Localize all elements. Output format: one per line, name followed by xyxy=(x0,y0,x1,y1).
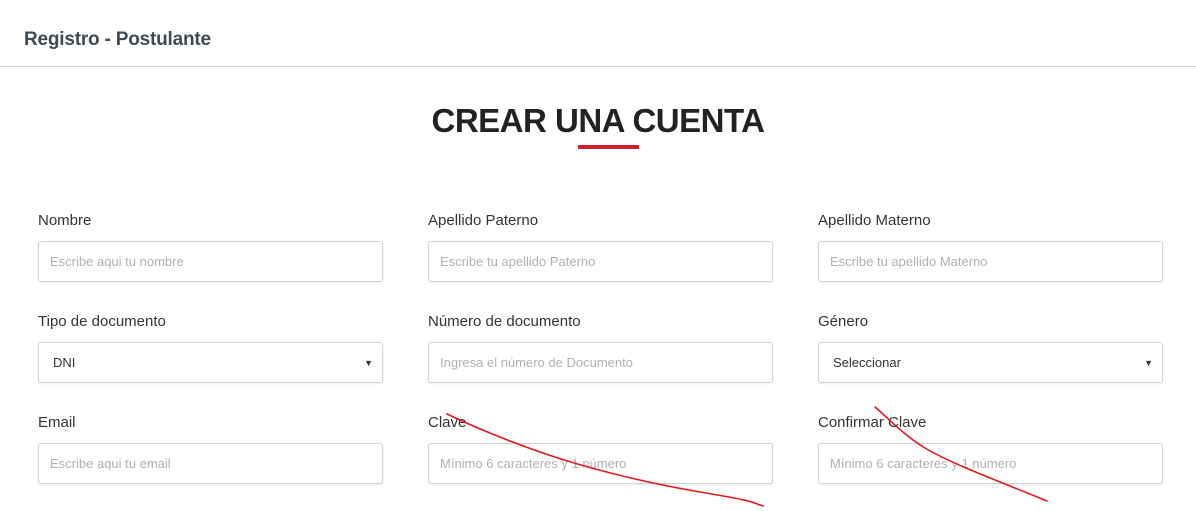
tipo-documento-select[interactable]: DNI ▼ xyxy=(38,342,383,383)
numero-documento-field-group: Número de documento xyxy=(428,313,773,383)
clave-field-group: Clave xyxy=(428,414,773,484)
tipo-documento-label: Tipo de documento xyxy=(38,313,166,330)
apellido-paterno-label: Apellido Paterno xyxy=(428,212,539,229)
clave-input[interactable] xyxy=(428,443,773,484)
genero-select[interactable]: Seleccionar ▼ xyxy=(818,342,1163,383)
nombre-input[interactable] xyxy=(38,241,383,282)
clave-label: Clave xyxy=(428,414,467,431)
numero-documento-label: Número de documento xyxy=(428,313,581,330)
apellido-materno-field-group: Apellido Materno xyxy=(818,212,1163,282)
genero-value: Seleccionar xyxy=(833,355,901,370)
numero-documento-input[interactable] xyxy=(428,342,773,383)
caret-down-icon: ▼ xyxy=(1144,357,1153,368)
genero-field-group: Género Seleccionar ▼ xyxy=(818,313,1163,383)
email-label: Email xyxy=(38,414,76,431)
apellido-paterno-field-group: Apellido Paterno xyxy=(428,212,773,282)
email-field-group: Email xyxy=(38,414,383,484)
apellido-materno-input[interactable] xyxy=(818,241,1163,282)
genero-label: Género xyxy=(818,313,869,330)
confirmar-clave-label: Confirmar Clave xyxy=(818,414,927,431)
apellido-materno-label: Apellido Materno xyxy=(818,212,931,229)
confirmar-clave-field-group: Confirmar Clave xyxy=(818,414,1163,484)
nombre-field-group: Nombre xyxy=(38,212,383,282)
tipo-documento-field-group: Tipo de documento DNI ▼ xyxy=(38,313,383,383)
apellido-paterno-input[interactable] xyxy=(428,241,773,282)
top-bar: Registro - Postulante xyxy=(0,0,1196,67)
app-title: Registro - Postulante xyxy=(24,29,211,50)
tipo-documento-value: DNI xyxy=(53,355,76,370)
confirmar-clave-input[interactable] xyxy=(818,443,1163,484)
nombre-label: Nombre xyxy=(38,212,92,229)
page-title: CREAR UNA CUENTA xyxy=(431,102,766,139)
caret-down-icon: ▼ xyxy=(364,357,373,368)
email-input[interactable] xyxy=(38,443,383,484)
title-underline xyxy=(578,145,639,149)
